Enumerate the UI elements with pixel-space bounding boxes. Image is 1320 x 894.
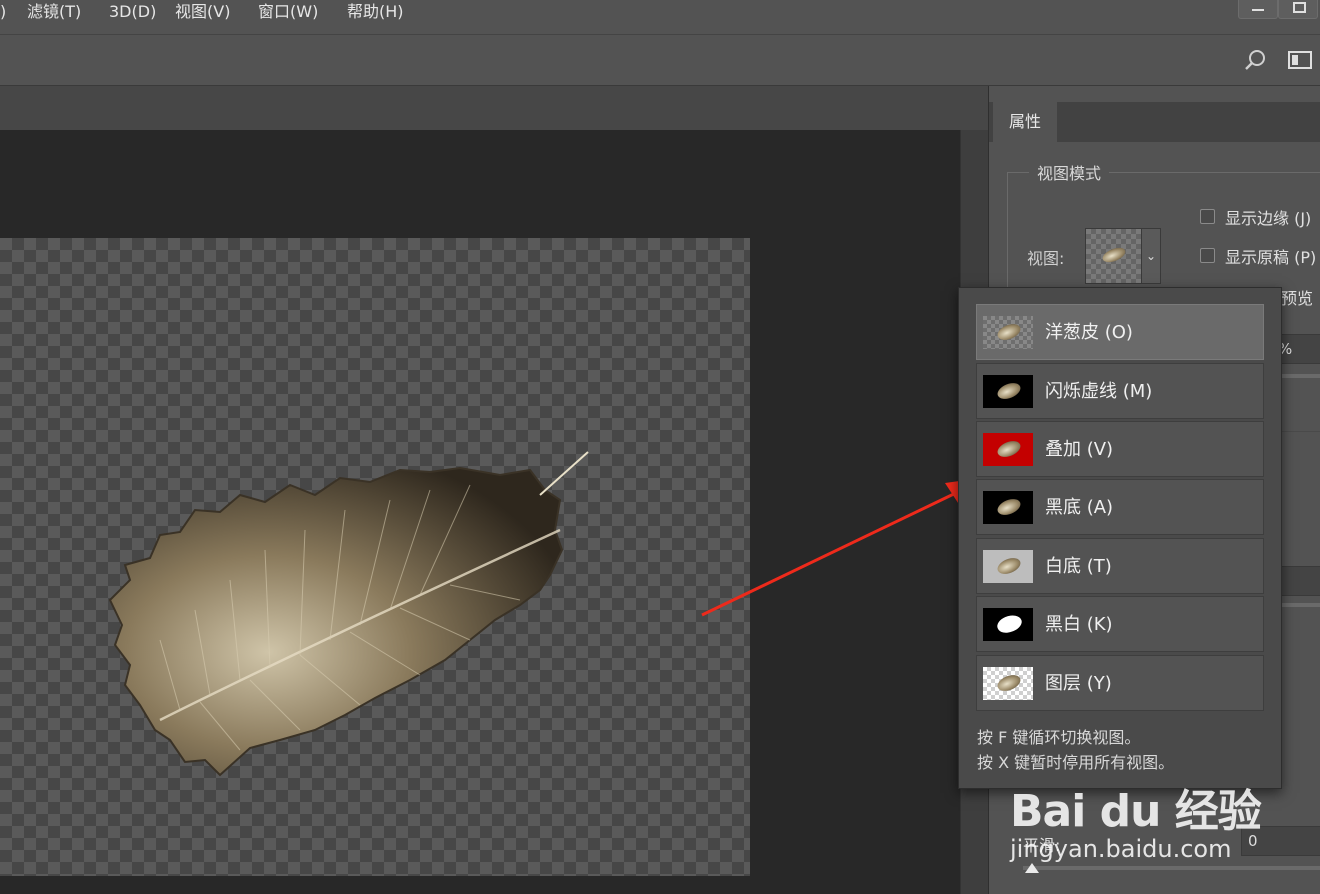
minimize-button[interactable] <box>1238 0 1278 19</box>
view-option-label: 白底 (T) <box>1045 556 1112 577</box>
black-white-thumb-icon <box>983 608 1033 641</box>
show-edge-label: 显示边缘 (J) <box>1225 209 1312 228</box>
preview-label: 预览 <box>1281 289 1314 308</box>
menu-help[interactable]: 帮助(H) <box>347 0 404 24</box>
show-original-checkbox[interactable] <box>1200 248 1215 263</box>
view-option-label: 黑白 (K) <box>1045 614 1113 635</box>
baidu-watermark: Bai du 经验 jingyan.baidu.com <box>1010 775 1262 865</box>
menu-filter[interactable]: 滤镜(T) <box>27 0 81 24</box>
view-option-label: 闪烁虚线 (M) <box>1045 381 1153 402</box>
chevron-down-icon[interactable]: ⌄ <box>1141 228 1161 284</box>
view-option-label: 黑底 (A) <box>1045 497 1114 518</box>
menu-window[interactable]: 窗口(W) <box>258 0 318 24</box>
view-option-marching-ants[interactable]: 闪烁虚线 (M) <box>976 363 1264 419</box>
annotation-arrow <box>701 477 988 617</box>
options-bar <box>0 35 1320 86</box>
layer-thumb-icon <box>983 667 1033 700</box>
feather-thumbnail-icon <box>1100 244 1128 266</box>
watermark-url: jingyan.baidu.com <box>1010 835 1232 863</box>
restore-button[interactable] <box>1278 0 1318 19</box>
view-option-overlay[interactable]: 叠加 (V) <box>976 421 1264 477</box>
view-option-label: 洋葱皮 (O) <box>1045 322 1133 343</box>
smooth-slider-track[interactable] <box>1023 866 1320 870</box>
view-option-label: 叠加 (V) <box>1045 439 1114 460</box>
show-original-label: 显示原稿 (P) <box>1225 248 1317 267</box>
on-black-thumb-icon <box>983 491 1033 524</box>
view-option-layer[interactable]: 图层 (Y) <box>976 655 1264 711</box>
menu-bar: ) 滤镜(T) 3D(D) 视图(V) 窗口(W) 帮助(H) <box>0 0 1320 35</box>
view-label: 视图: <box>1027 249 1065 268</box>
hint-disable-views: 按 X 键暂时停用所有视图。 <box>977 753 1175 772</box>
view-option-on-white[interactable]: 白底 (T) <box>976 538 1264 594</box>
view-option-on-black[interactable]: 黑底 (A) <box>976 479 1264 535</box>
workspace-icon[interactable] <box>1288 51 1312 69</box>
search-icon[interactable] <box>1244 49 1266 71</box>
view-option-black-white[interactable]: 黑白 (K) <box>976 596 1264 652</box>
watermark-logo: Bai du 经验 <box>1010 786 1262 837</box>
view-option-onion-skin[interactable]: 洋葱皮 (O) <box>976 304 1264 360</box>
dropdown-field-partial[interactable] <box>1277 566 1320 596</box>
hint-cycle-views: 按 F 键循环切换视图。 <box>977 728 1141 747</box>
feather-image <box>108 451 589 777</box>
view-mode-popup: 洋葱皮 (O) 闪烁虚线 (M) 叠加 (V) 黑底 (A) 白底 (T) 黑白… <box>958 287 1282 789</box>
on-white-thumb-icon <box>983 550 1033 583</box>
view-option-label: 图层 (Y) <box>1045 673 1112 694</box>
show-edge-checkbox[interactable] <box>1200 209 1215 224</box>
menu-view[interactable]: 视图(V) <box>175 0 230 24</box>
document-tab-bar <box>0 86 988 131</box>
slider-track-1[interactable] <box>1281 374 1320 378</box>
menu-item-partial[interactable]: ) <box>0 0 6 24</box>
onion-skin-thumb-icon <box>983 316 1033 349</box>
view-mode-thumbnail[interactable] <box>1085 228 1143 284</box>
percent-field[interactable]: % <box>1277 334 1320 364</box>
menu-3d[interactable]: 3D(D) <box>109 0 156 24</box>
tab-properties[interactable]: 属性 <box>993 102 1057 142</box>
slider-track-2[interactable] <box>1281 603 1320 607</box>
overlay-thumb-icon <box>983 433 1033 466</box>
panel-divider <box>1279 431 1320 432</box>
marching-ants-thumb-icon <box>983 375 1033 408</box>
panel-tab-strip: 属性 <box>989 102 1320 142</box>
view-mode-title: 视图模式 <box>1029 160 1110 184</box>
